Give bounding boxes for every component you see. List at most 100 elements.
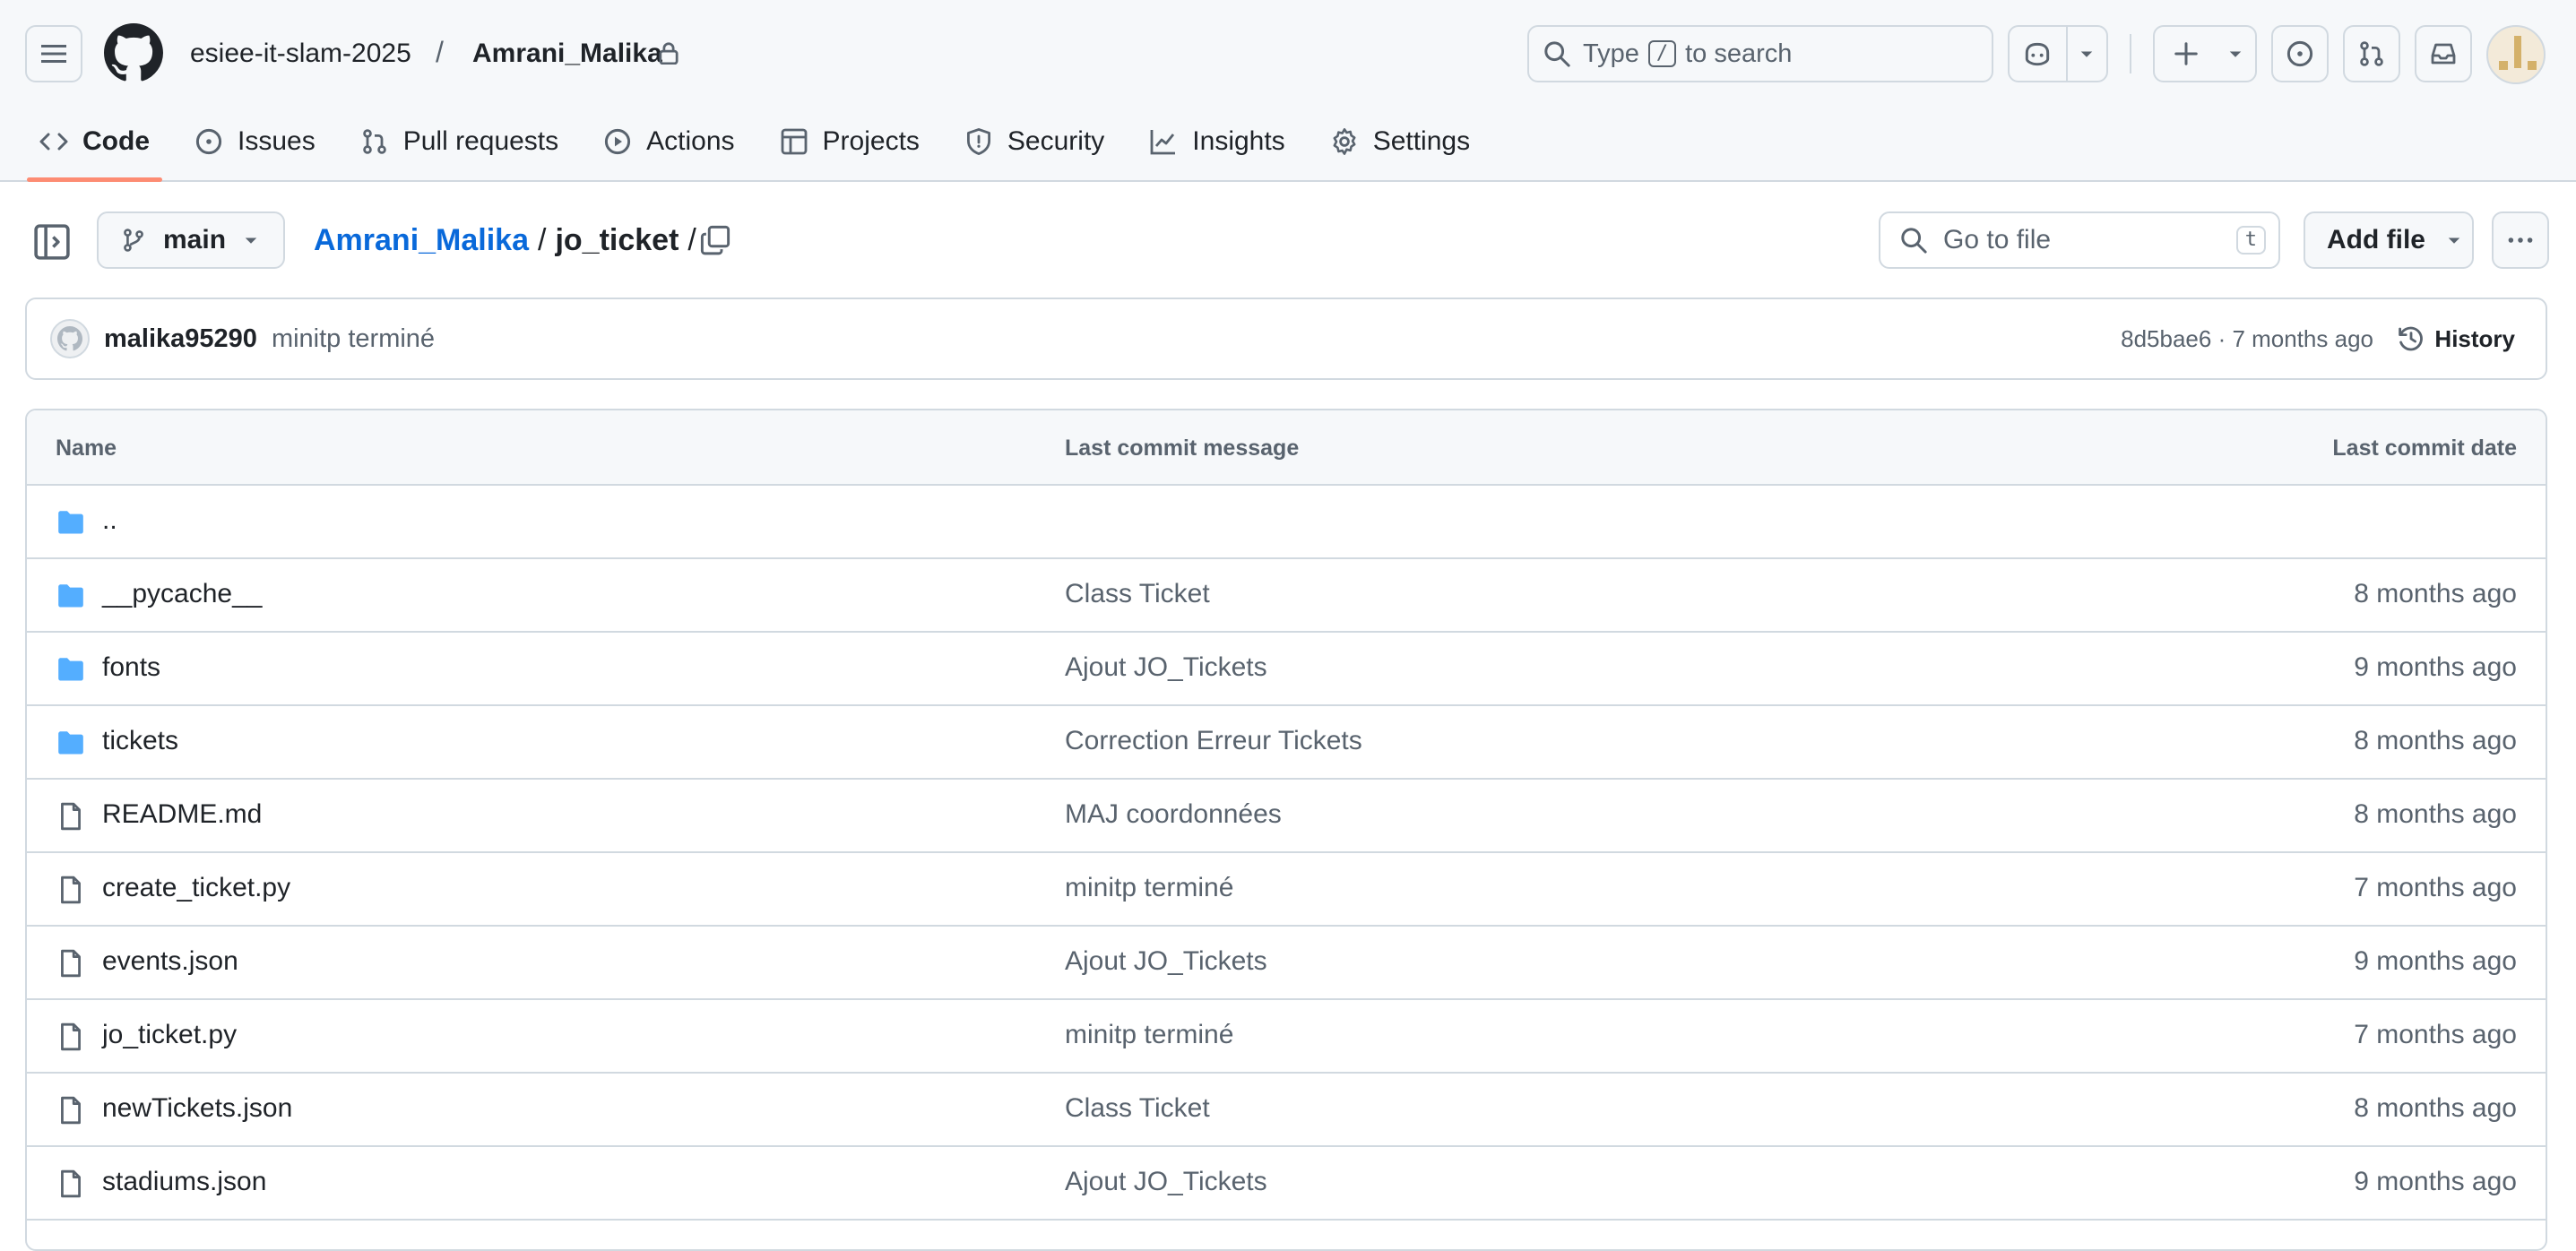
issues-button[interactable] bbox=[2271, 25, 2329, 82]
caret-down-icon bbox=[2229, 51, 2242, 57]
tab-code[interactable]: Code bbox=[27, 116, 162, 182]
file-name-link[interactable]: jo_ticket.py bbox=[102, 1020, 237, 1050]
file-name-link[interactable]: tickets bbox=[102, 726, 178, 756]
path-root-link[interactable]: Amrani_Malika bbox=[314, 220, 529, 260]
tab-projects[interactable]: Projects bbox=[767, 116, 932, 167]
create-dropdown-button[interactable] bbox=[2217, 27, 2253, 81]
table-row[interactable]: __pycache__ Class Ticket 8 months ago bbox=[27, 559, 2546, 633]
tab-pull-requests[interactable]: Pull requests bbox=[348, 116, 571, 167]
tab-security[interactable]: Security bbox=[952, 116, 1117, 167]
file-name-link[interactable]: fonts bbox=[102, 652, 160, 683]
lock-icon bbox=[659, 42, 679, 65]
pull-request-icon bbox=[362, 129, 386, 154]
owner-link[interactable]: esiee-it-slam-2025 bbox=[190, 36, 411, 72]
header-last-commit-date: Last commit date bbox=[2332, 436, 2517, 461]
table-row[interactable]: jo_ticket.py minitp terminé 7 months ago bbox=[27, 1000, 2546, 1074]
table-row[interactable]: create_ticket.py minitp terminé 7 months a… bbox=[27, 853, 2546, 927]
search-placeholder: Type / to search bbox=[1583, 39, 1792, 69]
history-button[interactable]: History bbox=[2397, 324, 2515, 353]
commit-author-avatar[interactable] bbox=[50, 319, 90, 358]
pull-request-icon bbox=[2360, 41, 2383, 66]
commit-message-link[interactable]: Class Ticket bbox=[1065, 1093, 1210, 1124]
top-bar: esiee-it-slam-2025 / Amrani_Malika Type … bbox=[0, 0, 2576, 108]
menu-button[interactable] bbox=[25, 25, 82, 82]
commit-date: 8 months ago bbox=[2354, 799, 2517, 829]
tab-label: Issues bbox=[238, 126, 316, 156]
table-row[interactable]: tickets Correction Erreur Tickets 8 months… bbox=[27, 706, 2546, 780]
commit-message-link[interactable]: Class Ticket bbox=[1065, 579, 1210, 609]
file-name-link[interactable]: events.json bbox=[102, 946, 238, 977]
file-path-breadcrumb: Amrani_Malika / jo_ticket / bbox=[314, 220, 696, 260]
commit-message-link[interactable]: minitp terminé bbox=[1065, 873, 1233, 903]
tab-actions[interactable]: Actions bbox=[591, 116, 747, 167]
more-options-button[interactable] bbox=[2492, 211, 2549, 269]
commit-message-link[interactable]: MAJ coordonnées bbox=[1065, 799, 1282, 830]
branch-selector-button[interactable]: main bbox=[97, 211, 285, 269]
commit-message-link[interactable]: Ajout JO_Tickets bbox=[1065, 946, 1267, 977]
copilot-button[interactable] bbox=[2010, 27, 2066, 81]
file-name-link[interactable]: newTickets.json bbox=[102, 1093, 292, 1124]
commit-author-link[interactable]: malika95290 bbox=[104, 324, 257, 354]
table-row[interactable]: .. bbox=[27, 486, 2546, 559]
commit-date: 8 months ago bbox=[2354, 1093, 2517, 1123]
create-new-button[interactable] bbox=[2153, 25, 2257, 82]
table-row[interactable]: stadiums.json Ajout JO_Tickets 9 months ag… bbox=[27, 1147, 2546, 1221]
header-name: Name bbox=[56, 436, 117, 461]
commit-date: 9 months ago bbox=[2354, 1167, 2517, 1196]
go-to-file-input[interactable]: Go to file t bbox=[1879, 211, 2280, 269]
file-name-link[interactable]: stadiums.json bbox=[102, 1167, 266, 1197]
tab-issues[interactable]: Issues bbox=[182, 116, 328, 167]
tab-label: Security bbox=[1007, 126, 1105, 156]
file-icon bbox=[61, 1096, 81, 1125]
commit-message-link[interactable]: minitp terminé bbox=[272, 324, 435, 354]
copilot-dropdown-button[interactable] bbox=[2068, 27, 2106, 81]
github-logo-icon[interactable] bbox=[104, 23, 163, 82]
plus-button[interactable] bbox=[2155, 27, 2217, 81]
caret-down-icon bbox=[2081, 51, 2093, 57]
file-name-link[interactable]: README.md bbox=[102, 799, 262, 830]
hamburger-icon bbox=[41, 45, 66, 63]
folder-icon bbox=[58, 658, 83, 681]
app-header: esiee-it-slam-2025 / Amrani_Malika Type … bbox=[0, 0, 2576, 182]
folder-icon bbox=[58, 584, 83, 608]
inbox-button[interactable] bbox=[2415, 25, 2472, 82]
copy-path-icon[interactable] bbox=[699, 224, 731, 256]
go-to-file-placeholder: Go to file bbox=[1943, 225, 2052, 255]
user-avatar[interactable] bbox=[2486, 25, 2546, 84]
commit-message-link[interactable]: minitp terminé bbox=[1065, 1020, 1233, 1050]
file-table: Name Last commit message Last commit dat… bbox=[25, 409, 2547, 1251]
copilot-split-button bbox=[2008, 25, 2108, 82]
file-name-link[interactable]: create_ticket.py bbox=[102, 873, 290, 903]
repo-link[interactable]: Amrani_Malika bbox=[472, 36, 662, 72]
commit-message-link[interactable]: Correction Erreur Tickets bbox=[1065, 726, 1362, 756]
global-search-input[interactable]: Type / to search bbox=[1527, 25, 1993, 82]
gear-icon bbox=[1333, 128, 1356, 155]
breadcrumb-separator: / bbox=[436, 36, 444, 68]
commit-message-link[interactable]: Ajout JO_Tickets bbox=[1065, 652, 1267, 683]
commit-message-link[interactable]: Ajout JO_Tickets bbox=[1065, 1167, 1267, 1197]
table-row[interactable]: README.md MAJ coordonnées 8 months ago bbox=[27, 780, 2546, 853]
add-file-button[interactable]: Add file bbox=[2304, 211, 2474, 269]
file-icon bbox=[61, 1169, 81, 1198]
play-icon bbox=[605, 128, 631, 155]
file-icon bbox=[61, 1022, 81, 1051]
folder-icon bbox=[58, 731, 83, 755]
tab-insights[interactable]: Insights bbox=[1137, 116, 1297, 167]
commit-hash-and-time[interactable]: 8d5bae6 · 7 months ago bbox=[2121, 325, 2373, 353]
file-icon bbox=[61, 949, 81, 978]
file-name-link[interactable]: .. bbox=[102, 505, 117, 536]
search-shortcut-key: / bbox=[1647, 40, 1677, 67]
latest-commit-box: malika95290 minitp terminé 8d5bae6 · 7 m… bbox=[25, 298, 2547, 380]
file-name-link[interactable]: __pycache__ bbox=[102, 579, 262, 609]
table-row[interactable]: fonts Ajout JO_Tickets 9 months ago bbox=[27, 633, 2546, 706]
avatar-identicon-icon bbox=[2499, 36, 2537, 70]
side-panel-toggle-icon[interactable] bbox=[32, 222, 72, 262]
commit-date: 8 months ago bbox=[2354, 579, 2517, 608]
tab-label: Projects bbox=[822, 126, 920, 156]
table-row[interactable]: events.json Ajout JO_Tickets 9 months ago bbox=[27, 927, 2546, 1000]
table-row[interactable]: newTickets.json Class Ticket 8 months ago bbox=[27, 1074, 2546, 1147]
table-icon bbox=[781, 128, 807, 155]
tab-settings[interactable]: Settings bbox=[1318, 116, 1482, 167]
pull-requests-button[interactable] bbox=[2343, 25, 2400, 82]
file-icon bbox=[61, 876, 81, 904]
